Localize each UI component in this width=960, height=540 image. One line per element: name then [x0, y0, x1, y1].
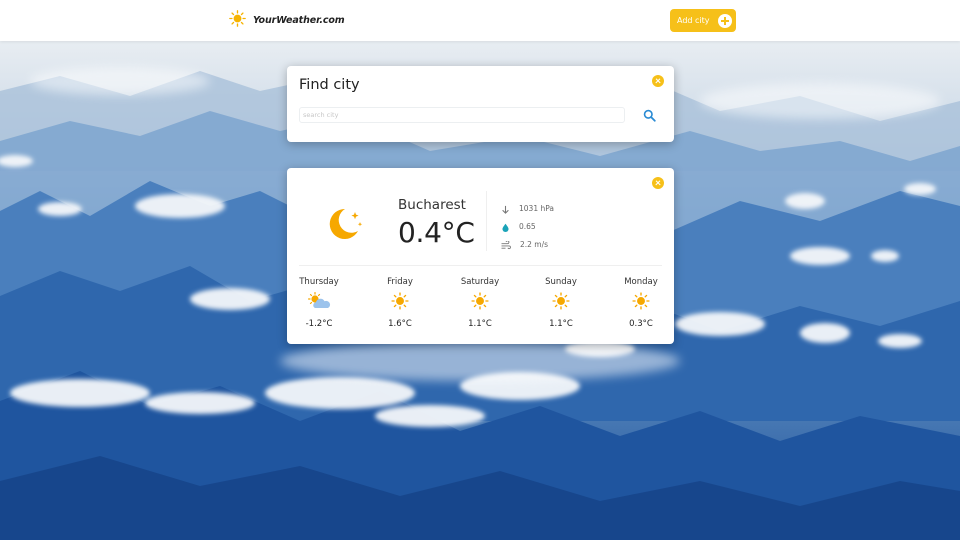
find-city-title: Find city [299, 77, 360, 93]
sun-cloud-icon [289, 292, 349, 314]
wind-stat: 2.2 m/s [501, 235, 548, 254]
weather-card: Bucharest 0.4°C 1031 hPa 0.65 2.2 m/s Th… [287, 168, 674, 344]
forecast-day: Monday 0.3°C [611, 277, 671, 329]
add-city-button[interactable]: Add city [670, 9, 736, 32]
forecast-day-name: Saturday [460, 277, 500, 287]
sun-icon [531, 292, 591, 314]
forecast-day: Friday 1.6°C [370, 277, 430, 329]
wind-value: 2.2 m/s [520, 240, 549, 249]
divider [299, 265, 662, 266]
search-city-input[interactable] [299, 107, 625, 123]
forecast-day: Saturday 1.1°C [450, 277, 510, 329]
brand-name: YourWeather.com [253, 15, 345, 26]
close-find-city-button[interactable] [652, 75, 664, 87]
humidity-value: 0.65 [519, 222, 536, 231]
humidity-stat: 0.65 [501, 217, 536, 236]
forecast-day-name: Sunday [545, 277, 577, 287]
forecast-day: Sunday 1.1°C [531, 277, 591, 329]
sun-icon [611, 292, 671, 314]
forecast-temperature: 0.3°C [629, 319, 653, 329]
sun-icon [450, 292, 510, 314]
city-name: Bucharest [398, 197, 466, 213]
sun-icon [370, 292, 430, 314]
forecast-temperature: 1.6°C [388, 319, 412, 329]
find-city-card: Find city [287, 66, 674, 142]
forecast-row: Thursday -1.2°C Friday 1.6°C Saturday 1.… [287, 277, 674, 337]
search-icon[interactable] [643, 107, 657, 122]
pressure-value: 1031 hPa [519, 204, 555, 213]
forecast-day-name: Thursday [299, 277, 339, 287]
pressure-stat: 1031 hPa [501, 199, 554, 218]
droplet-icon [501, 217, 510, 236]
forecast-day-name: Friday [387, 277, 413, 287]
forecast-day: Thursday -1.2°C [289, 277, 349, 329]
forecast-temperature: -1.2°C [305, 319, 333, 329]
plus-circle-icon [718, 13, 732, 28]
brand-logo[interactable]: YourWeather.com [229, 10, 345, 31]
add-city-label: Add city [677, 16, 710, 25]
sun-icon [229, 10, 246, 31]
arrow-down-icon [501, 199, 510, 218]
wind-icon [501, 235, 511, 254]
forecast-day-name: Monday [624, 277, 658, 287]
forecast-temperature: 1.1°C [468, 319, 492, 329]
current-temperature: 0.4°C [398, 216, 475, 249]
close-weather-card-button[interactable] [652, 177, 664, 189]
top-navbar: YourWeather.com Add city [0, 0, 960, 41]
moon-stars-icon [323, 204, 363, 248]
divider [486, 191, 487, 251]
forecast-temperature: 1.1°C [549, 319, 573, 329]
